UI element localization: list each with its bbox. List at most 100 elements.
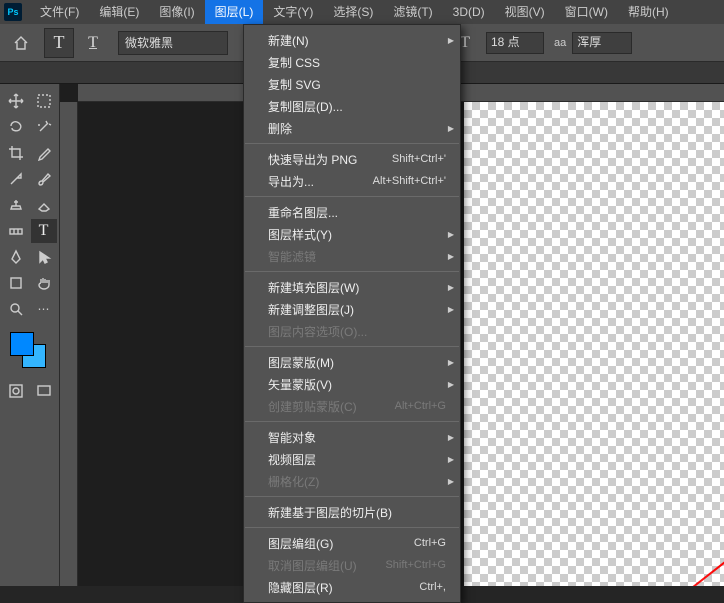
menu-item-29[interactable]: 隐藏图层(R)Ctrl+,: [244, 576, 460, 598]
foreground-color-swatch[interactable]: [10, 332, 34, 356]
move-tool[interactable]: [3, 89, 29, 113]
canvas-transparent-area[interactable]: [464, 102, 724, 586]
menu-item-23: 栅格化(Z): [244, 470, 460, 492]
menu-item-14[interactable]: 新建调整图层(J): [244, 298, 460, 320]
brush-tool[interactable]: [31, 167, 57, 191]
menu-separator: [245, 196, 459, 197]
menu-item-label: 智能滤镜: [268, 248, 316, 265]
menu-filter[interactable]: 滤镜(T): [383, 0, 442, 24]
menu-separator: [245, 421, 459, 422]
menu-view[interactable]: 视图(V): [495, 0, 555, 24]
menu-item-6[interactable]: 快速导出为 PNG Shift+Ctrl+': [244, 148, 460, 170]
more-tools[interactable]: ⋯: [31, 297, 57, 321]
menu-item-label: 新建基于图层的切片(B): [268, 504, 392, 521]
menu-file[interactable]: 文件(F): [30, 0, 89, 24]
menu-separator: [245, 346, 459, 347]
toolbox: T ⋯: [0, 84, 60, 586]
menu-item-label: 快速导出为 PNG: [268, 151, 357, 168]
menu-item-18[interactable]: 矢量蒙版(V): [244, 373, 460, 395]
menu-item-0[interactable]: 新建(N): [244, 29, 460, 51]
menu-help[interactable]: 帮助(H): [618, 0, 679, 24]
menu-item-label: 矢量蒙版(V): [268, 376, 332, 393]
menu-layer[interactable]: 图层(L): [205, 0, 264, 24]
crop-tool[interactable]: [3, 141, 29, 165]
menu-item-21[interactable]: 智能对象: [244, 426, 460, 448]
type-tool[interactable]: T: [31, 219, 57, 243]
menu-item-label: 新建填充图层(W): [268, 279, 359, 296]
menu-type[interactable]: 文字(Y): [263, 0, 323, 24]
font-family-select[interactable]: 微软雅黑: [118, 31, 228, 55]
menu-item-shortcut: Alt+Ctrl+G: [395, 400, 446, 412]
menu-item-label: 取消图层编组(U): [268, 557, 357, 574]
menu-item-label: 图层样式(Y): [268, 226, 332, 243]
font-size-field[interactable]: 18 点: [486, 32, 544, 54]
menu-item-19: 创建剪贴蒙版(C) Alt+Ctrl+G: [244, 395, 460, 417]
menu-edit[interactable]: 编辑(E): [89, 0, 149, 24]
menu-item-label: 智能对象: [268, 429, 316, 446]
zoom-tool[interactable]: [3, 297, 29, 321]
menu-item-shortcut: Alt+Shift+Ctrl+': [373, 175, 446, 187]
menu-item-2[interactable]: 复制 SVG: [244, 73, 460, 95]
menu-item-shortcut: Shift+Ctrl+G: [385, 559, 446, 571]
pen-tool[interactable]: [3, 245, 29, 269]
shape-tool[interactable]: [3, 271, 29, 295]
clone-stamp-tool[interactable]: [3, 193, 29, 217]
menu-separator: [245, 271, 459, 272]
menu-item-label: 图层编组(G): [268, 535, 333, 552]
menu-item-27[interactable]: 图层编组(G) Ctrl+G: [244, 532, 460, 554]
menu-item-22[interactable]: 视频图层: [244, 448, 460, 470]
app-icon: Ps: [4, 3, 22, 21]
menu-bar: Ps 文件(F) 编辑(E) 图像(I) 图层(L) 文字(Y) 选择(S) 滤…: [0, 0, 724, 24]
magic-wand-tool[interactable]: [31, 115, 57, 139]
menu-select[interactable]: 选择(S): [323, 0, 383, 24]
menu-item-label: 复制 SVG: [268, 76, 321, 93]
menu-separator: [245, 143, 459, 144]
menu-item-10[interactable]: 图层样式(Y): [244, 223, 460, 245]
orientation-toggle[interactable]: T̲: [78, 28, 108, 58]
lasso-tool[interactable]: [3, 115, 29, 139]
menu-item-label: 图层蒙版(M): [268, 354, 334, 371]
menu-separator: [245, 527, 459, 528]
menu-item-15: 图层内容选项(O)...: [244, 320, 460, 342]
menu-item-label: 新建(N): [268, 32, 309, 49]
menu-item-label: 复制 CSS: [268, 54, 320, 71]
menu-item-3[interactable]: 复制图层(D)...: [244, 95, 460, 117]
menu-item-17[interactable]: 图层蒙版(M): [244, 351, 460, 373]
menu-item-28: 取消图层编组(U) Shift+Ctrl+G: [244, 554, 460, 576]
marquee-tool[interactable]: [31, 89, 57, 113]
anti-alias-select[interactable]: 浑厚: [572, 32, 632, 54]
healing-brush-tool[interactable]: [3, 167, 29, 191]
menu-image[interactable]: 图像(I): [149, 0, 204, 24]
menu-item-1[interactable]: 复制 CSS: [244, 51, 460, 73]
menu-item-label: 创建剪贴蒙版(C): [268, 398, 357, 415]
path-select-tool[interactable]: [31, 245, 57, 269]
menu-item-label: 图层内容选项(O)...: [268, 323, 367, 340]
menu-item-shortcut: Ctrl+,: [419, 581, 446, 593]
menu-item-label: 复制图层(D)...: [268, 98, 343, 115]
eraser-tool[interactable]: [31, 193, 57, 217]
menu-item-9[interactable]: 重命名图层...: [244, 201, 460, 223]
quick-mask-icon[interactable]: [3, 379, 29, 403]
eyedropper-tool[interactable]: [31, 141, 57, 165]
menu-item-label: 导出为...: [268, 173, 314, 190]
screen-mode-icon[interactable]: [31, 379, 57, 403]
menu-3d[interactable]: 3D(D): [443, 0, 495, 24]
menu-item-shortcut: Ctrl+G: [414, 537, 446, 549]
menu-item-25[interactable]: 新建基于图层的切片(B): [244, 501, 460, 523]
menu-item-label: 新建调整图层(J): [268, 301, 354, 318]
home-icon[interactable]: [8, 30, 34, 56]
menu-item-label: 视频图层: [268, 451, 316, 468]
menu-item-7[interactable]: 导出为... Alt+Shift+Ctrl+': [244, 170, 460, 192]
menu-window[interactable]: 窗口(W): [555, 0, 618, 24]
current-tool-icon: T: [44, 28, 74, 58]
layer-menu-dropdown: 新建(N) 复制 CSS 复制 SVG 复制图层(D)... 删除快速导出为 PNG Sh…: [243, 24, 461, 603]
gradient-tool[interactable]: [3, 219, 29, 243]
ruler-vertical[interactable]: [60, 102, 78, 586]
menu-item-4[interactable]: 删除: [244, 117, 460, 139]
menu-item-shortcut: Shift+Ctrl+': [392, 153, 446, 165]
menu-separator: [245, 496, 459, 497]
menu-item-13[interactable]: 新建填充图层(W): [244, 276, 460, 298]
anti-alias-label: aa: [554, 37, 566, 49]
color-swatches[interactable]: [10, 332, 50, 372]
hand-tool[interactable]: [31, 271, 57, 295]
